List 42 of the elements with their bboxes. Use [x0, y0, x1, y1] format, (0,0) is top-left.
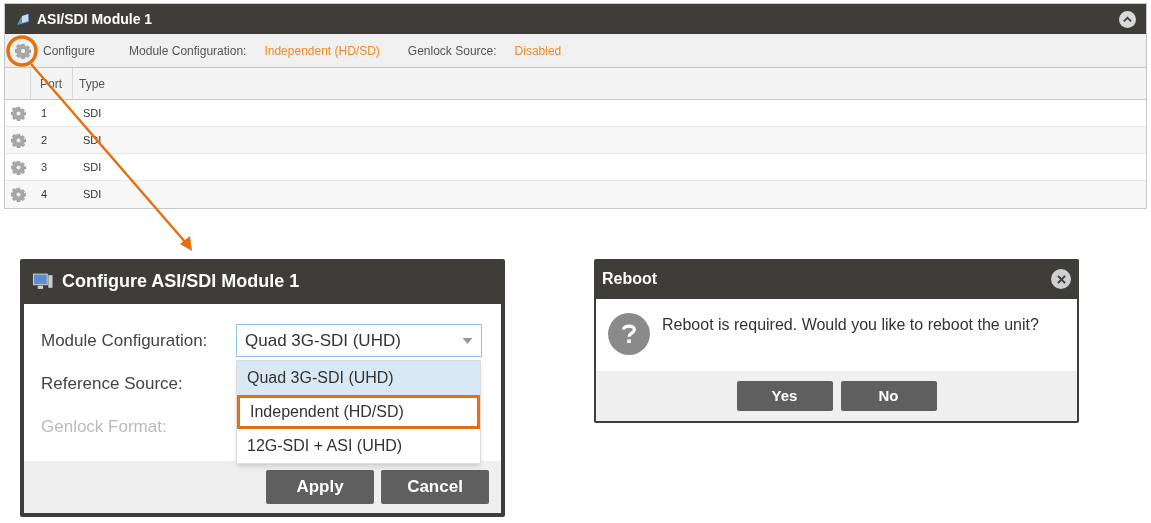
panel-title: ASI/SDI Module 1 — [37, 9, 154, 29]
field-label: Module Configuration: — [129, 42, 247, 60]
gear-icon — [10, 105, 26, 121]
table-cell-text: 2 — [40, 132, 49, 148]
field-label: Module Configuration: — [41, 329, 209, 352]
close-icon — [1056, 274, 1066, 284]
close-button[interactable] — [1051, 269, 1071, 289]
dropdown-option[interactable]: Independent (HD/SD) — [237, 395, 480, 429]
dialog-title: Configure ASI/SDI Module 1 — [62, 270, 300, 293]
dialog-message: Reboot is required. Would you like to reboot the unit? — [662, 315, 1039, 335]
dropdown-option[interactable]: 12G-SDI + ASI (UHD) — [237, 429, 480, 463]
dialog-button[interactable]: Cancel — [381, 470, 489, 504]
table-cell-text: 3 — [40, 159, 49, 175]
module-configuration-select[interactable]: Quad 3G-SDI (UHD) — [236, 324, 482, 357]
field-label: Reference Source: — [41, 372, 184, 395]
field-value: Disabled — [514, 42, 562, 60]
dialog-button[interactable]: Apply — [266, 470, 374, 504]
annotation-circle — [6, 35, 38, 67]
field-label: Genlock Source: — [407, 42, 497, 60]
table-cell-text: SDI — [82, 187, 102, 203]
gear-icon — [10, 187, 26, 202]
gear-icon — [10, 159, 26, 175]
collapse-button[interactable] — [1119, 10, 1136, 28]
gear-icon — [10, 132, 26, 148]
chevron-icon — [1123, 14, 1132, 24]
field-label: Genlock Format: — [41, 415, 168, 438]
monitor-icon — [32, 272, 54, 291]
module-icon — [15, 11, 31, 27]
caret-icon — [462, 337, 473, 344]
dialog-button[interactable]: Yes — [736, 381, 833, 411]
table-cell-text: SDI — [82, 105, 102, 121]
dialog-button[interactable]: No — [840, 381, 937, 411]
dropdown-option[interactable]: Quad 3G-SDI (UHD) — [237, 361, 480, 395]
gear-icon — [15, 42, 31, 59]
configure-button[interactable]: Configure — [15, 41, 96, 60]
dialog-title: Reboot — [602, 269, 659, 289]
table-cell-text: 4 — [40, 187, 49, 203]
question-icon — [608, 313, 650, 355]
column-header: Type — [78, 75, 106, 93]
field-value: Independent (HD/SD) — [264, 42, 380, 60]
table-cell-text: 1 — [40, 105, 49, 121]
table-cell-text: SDI — [82, 159, 102, 175]
